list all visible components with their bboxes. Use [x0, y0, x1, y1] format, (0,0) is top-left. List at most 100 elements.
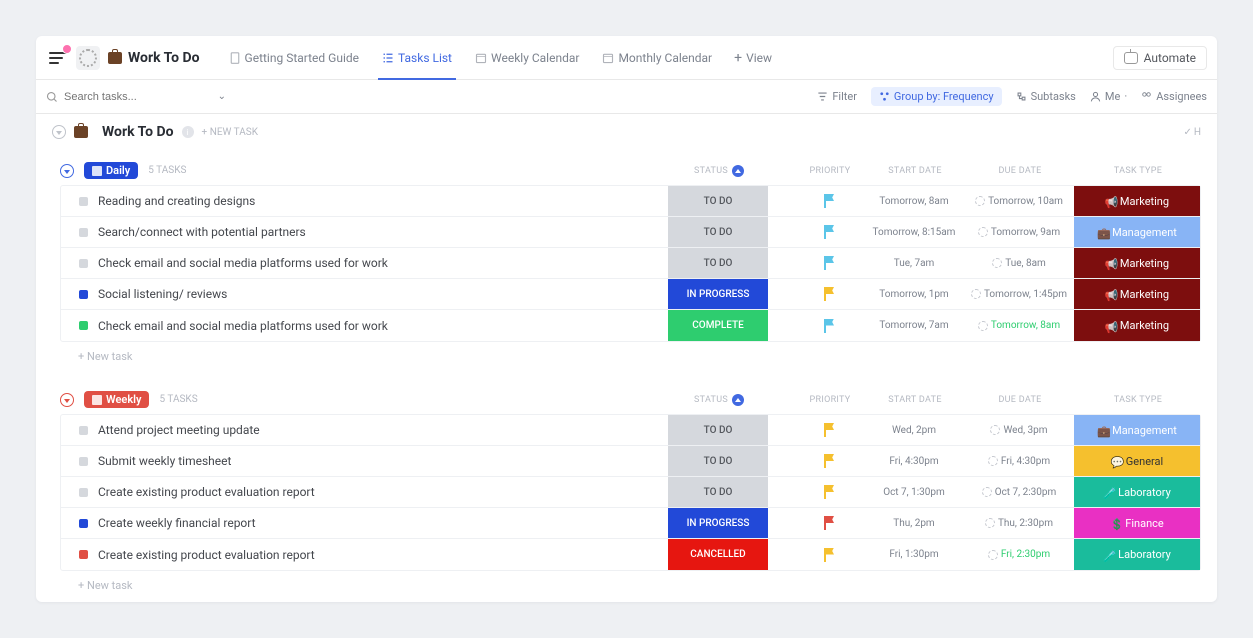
status-cell[interactable]: TO DO [668, 415, 768, 445]
status-cell[interactable]: TO DO [668, 477, 768, 507]
sort-asc-icon[interactable] [732, 165, 744, 177]
task-type-cell[interactable]: 📢Marketing [1074, 186, 1200, 216]
status-square-icon[interactable] [79, 321, 88, 330]
task-name-cell[interactable]: Submit weekly timesheet [61, 446, 668, 476]
status-square-icon[interactable] [79, 550, 88, 559]
status-square-icon[interactable] [79, 488, 88, 497]
group-by-button[interactable]: Group by: Frequency [871, 87, 1002, 106]
col-start-date[interactable]: START DATE [865, 395, 965, 405]
search-input-wrap[interactable]: ⌄ [46, 91, 226, 103]
due-date-cell[interactable]: Tomorrow, 1:45pm [964, 279, 1074, 309]
status-cell[interactable]: TO DO [668, 186, 768, 216]
task-row[interactable]: Create existing product evaluation repor… [61, 539, 1200, 570]
group-badge[interactable]: Weekly [84, 391, 149, 408]
start-date-cell[interactable]: Tomorrow, 8am [864, 186, 964, 216]
due-date-cell[interactable]: Thu, 2:30pm [964, 508, 1074, 538]
due-date-cell[interactable]: Tomorrow, 9am [964, 217, 1074, 247]
group-badge[interactable]: Daily [84, 162, 138, 179]
task-name-cell[interactable]: Social listening/ reviews [61, 279, 668, 309]
col-priority[interactable]: PRIORITY [795, 395, 865, 405]
tab-getting-started[interactable]: Getting Started Guide [218, 36, 369, 80]
task-row[interactable]: Social listening/ reviews IN PROGRESS To… [61, 279, 1200, 310]
status-cell[interactable]: COMPLETE [668, 310, 768, 341]
info-icon[interactable]: i [182, 126, 194, 138]
status-square-icon[interactable] [79, 457, 88, 466]
new-task-link[interactable]: + NEW TASK [202, 127, 258, 138]
due-date-cell[interactable]: Fri, 4:30pm [964, 446, 1074, 476]
status-cell[interactable]: IN PROGRESS [668, 279, 768, 309]
tab-monthly-calendar[interactable]: Monthly Calendar [591, 36, 722, 80]
status-cell[interactable]: TO DO [668, 446, 768, 476]
status-square-icon[interactable] [79, 426, 88, 435]
automate-button[interactable]: Automate [1113, 46, 1207, 70]
task-name-cell[interactable]: Create weekly financial report [61, 508, 668, 538]
start-date-cell[interactable]: Fri, 4:30pm [864, 446, 964, 476]
due-date-cell[interactable]: Fri, 2:30pm [964, 539, 1074, 570]
priority-cell[interactable] [794, 217, 864, 247]
priority-cell[interactable] [794, 186, 864, 216]
task-name-cell[interactable]: Reading and creating designs [61, 186, 668, 216]
status-square-icon[interactable] [79, 197, 88, 206]
task-name-cell[interactable]: Create existing product evaluation repor… [61, 477, 668, 507]
group-collapse-button[interactable] [60, 164, 74, 178]
col-start-date[interactable]: START DATE [865, 166, 965, 176]
priority-cell[interactable] [794, 446, 864, 476]
task-type-cell[interactable]: 🧪Laboratory [1074, 477, 1200, 507]
status-square-icon[interactable] [79, 228, 88, 237]
col-status[interactable]: STATUS [669, 165, 769, 177]
status-cell[interactable]: TO DO [668, 217, 768, 247]
task-type-cell[interactable]: 💼Management [1074, 217, 1200, 247]
task-name-cell[interactable]: Check email and social media platforms u… [61, 248, 668, 278]
task-row[interactable]: Create existing product evaluation repor… [61, 477, 1200, 508]
task-row[interactable]: Check email and social media platforms u… [61, 248, 1200, 279]
priority-cell[interactable] [794, 310, 864, 341]
priority-cell[interactable] [794, 539, 864, 570]
task-type-cell[interactable]: 💬General [1074, 446, 1200, 476]
due-date-cell[interactable]: Wed, 3pm [964, 415, 1074, 445]
filter-button[interactable]: Filter [817, 90, 857, 103]
priority-cell[interactable] [794, 415, 864, 445]
new-task-row[interactable]: + New task [60, 571, 1201, 592]
task-name-cell[interactable]: Create existing product evaluation repor… [61, 539, 668, 570]
task-name-cell[interactable]: Search/connect with potential partners [61, 217, 668, 247]
priority-cell[interactable] [794, 508, 864, 538]
start-date-cell[interactable]: Tue, 7am [864, 248, 964, 278]
col-status[interactable]: STATUS [669, 394, 769, 406]
task-row[interactable]: Search/connect with potential partners T… [61, 217, 1200, 248]
due-date-cell[interactable]: Tomorrow, 10am [964, 186, 1074, 216]
task-row[interactable]: Reading and creating designs TO DO Tomor… [61, 186, 1200, 217]
task-name-cell[interactable]: Check email and social media platforms u… [61, 310, 668, 341]
due-date-cell[interactable]: Oct 7, 2:30pm [964, 477, 1074, 507]
start-date-cell[interactable]: Tomorrow, 7am [864, 310, 964, 341]
start-date-cell[interactable]: Fri, 1:30pm [864, 539, 964, 570]
status-square-icon[interactable] [79, 259, 88, 268]
chevron-down-icon[interactable]: ⌄ [218, 91, 226, 102]
start-date-cell[interactable]: Oct 7, 1:30pm [864, 477, 964, 507]
task-type-cell[interactable]: 💲Finance [1074, 508, 1200, 538]
col-due-date[interactable]: DUE DATE [965, 166, 1075, 176]
me-button[interactable]: Me · [1090, 90, 1127, 103]
search-input[interactable] [64, 91, 174, 103]
tab-weekly-calendar[interactable]: Weekly Calendar [464, 36, 589, 80]
task-type-cell[interactable]: 📢Marketing [1074, 248, 1200, 278]
status-square-icon[interactable] [79, 519, 88, 528]
priority-cell[interactable] [794, 279, 864, 309]
col-task-type[interactable]: TASK TYPE [1075, 395, 1201, 405]
due-date-cell[interactable]: Tue, 8am [964, 248, 1074, 278]
task-row[interactable]: Submit weekly timesheet TO DO Fri, 4:30p… [61, 446, 1200, 477]
task-type-cell[interactable]: 📢Marketing [1074, 279, 1200, 309]
tab-tasks-list[interactable]: Tasks List [371, 36, 462, 80]
start-date-cell[interactable]: Wed, 2pm [864, 415, 964, 445]
priority-cell[interactable] [794, 477, 864, 507]
priority-cell[interactable] [794, 248, 864, 278]
col-task-type[interactable]: TASK TYPE [1075, 166, 1201, 176]
status-square-icon[interactable] [79, 290, 88, 299]
add-view-button[interactable]: + View [724, 36, 782, 80]
col-priority[interactable]: PRIORITY [795, 166, 865, 176]
start-date-cell[interactable]: Tomorrow, 8:15am [864, 217, 964, 247]
status-cell[interactable]: CANCELLED [668, 539, 768, 570]
col-due-date[interactable]: DUE DATE [965, 395, 1075, 405]
collapse-all-button[interactable] [52, 125, 66, 139]
hide-link[interactable]: ✓ H [1183, 127, 1201, 138]
status-cell[interactable]: IN PROGRESS [668, 508, 768, 538]
